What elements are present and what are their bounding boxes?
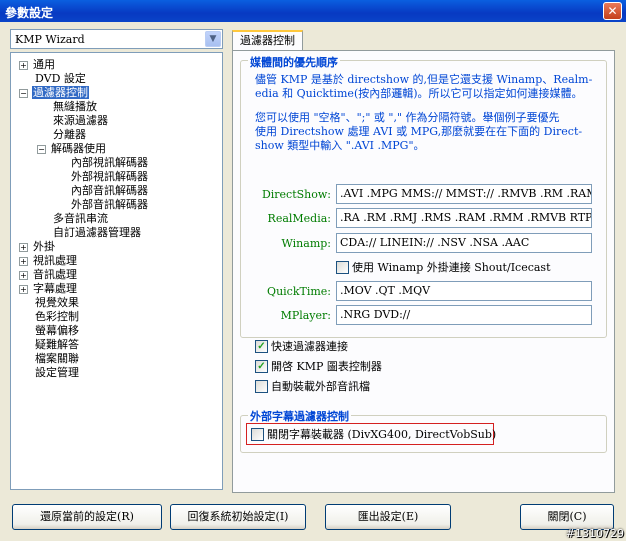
watermark-text: #1310729 [565,527,624,540]
tree-item[interactable]: 視覺效果 [34,296,80,310]
disable-subtitle-loader-checkbox[interactable] [251,427,264,441]
expand-icon[interactable]: + [19,256,28,266]
winamp-shout-checkbox[interactable] [336,260,349,274]
expand-icon[interactable]: + [19,242,28,252]
tree-item-label: 無縫播放 [53,100,97,113]
tree-item-label: 視覺效果 [35,296,79,309]
tree-item[interactable]: + 字幕處理 [19,282,78,296]
expand-icon[interactable]: + [19,284,28,294]
tree-item-label: 螢幕偏移 [35,324,79,337]
close-window-button[interactable]: ✕ [603,2,622,20]
media-desc-line5: show 類型中輸入 ".AVI .MPG"。 [255,139,425,152]
graph-controller-option[interactable]: ✓ 開啓 KMP 圖表控制器 [255,358,382,374]
fast-filter-option[interactable]: ✓ 快速過濾器連接 [255,338,348,354]
collapse-icon[interactable]: − [37,144,46,154]
tree-item[interactable]: 無縫播放 [52,100,98,114]
disable-subtitle-loader-label: 關閉字幕裝載器 (DivXG400, DirectVobSub) [267,428,497,441]
window-title: 參數設定 [5,6,54,20]
preset-value: KMP Wizard [15,33,85,46]
expand-icon[interactable]: + [19,60,28,70]
tree-item[interactable]: − 過濾器控制 [19,86,89,100]
export-settings-button[interactable]: 匯出設定(E) [325,504,451,530]
tree-item-label: 來源過濾器 [53,114,108,127]
tree-item[interactable]: 分離器 [52,128,87,142]
realmedia-label: RealMedia: [267,212,331,225]
graph-controller-label: 開啓 KMP 圖表控制器 [271,360,382,373]
tree-item[interactable]: 檔案關聯 [34,352,80,366]
tree-item-label: 色彩控制 [35,310,79,323]
media-desc-line4: 使用 Directshow 處理 AVI 或 MPG,那麼就要在在下面的 Dir… [255,125,583,138]
tree-item[interactable]: 自訂過濾器管理器 [52,226,142,240]
tree-item-label: 內部視訊解碼器 [71,156,148,169]
directshow-label: DirectShow: [261,188,331,201]
winamp-label: Winamp: [281,237,331,250]
restore-settings-button[interactable]: 還原當前的設定(R) [12,504,162,530]
auto-audio-option[interactable]: 自動裝載外部音訊檔 [255,378,370,394]
tree-item[interactable]: 設定管理 [34,366,80,380]
tree-item-label: 自訂過濾器管理器 [53,226,141,239]
tree-item[interactable]: 螢幕偏移 [34,324,80,338]
tree-item-label: 多音訊串流 [53,212,108,225]
tree-item[interactable]: 外部視訊解碼器 [70,170,149,184]
settings-window: 參數設定 ✕ KMP Wizard ▼ + 通用 DVD 設定 − 過濾器控制 無縫播放來… [0,0,626,541]
directshow-input[interactable]: .AVI .MPG MMS:// MMST:// .RMVB .RM .RAM … [336,184,592,204]
tree-item[interactable]: + 音訊處理 [19,268,78,282]
mplayer-label: MPlayer: [280,309,331,322]
preset-select[interactable]: KMP Wizard ▼ [10,29,223,49]
tree-item-label: 外掛 [33,240,55,253]
tree-item[interactable]: 多音訊串流 [52,212,109,226]
tree-item-label: 通用 [33,58,55,71]
reset-defaults-button[interactable]: 回復系統初始設定(I) [170,504,306,530]
tab-filter-control[interactable]: 過濾器控制 [232,30,303,51]
media-desc-line2: edia 和 Quicktime(按內部邏輯)。所以它可以指定如何連接媒體。 [255,87,583,100]
tree-item[interactable]: + 通用 [19,58,56,72]
tree-item[interactable]: − 解碼器使用 [37,142,107,156]
tree-item-label: 解碼器使用 [51,142,106,155]
auto-audio-label: 自動裝載外部音訊檔 [271,380,370,393]
tree-item[interactable]: + 外掛 [19,240,56,254]
tree-item[interactable]: 內部音訊解碼器 [70,184,149,198]
tree-item[interactable]: 色彩控制 [34,310,80,324]
media-desc-line1: 儘管 KMP 是基於 directshow 的,但是它還支援 Winamp、Re… [255,73,593,86]
tree-item[interactable]: 外部音訊解碼器 [70,198,149,212]
fast-filter-checkbox[interactable]: ✓ [255,339,268,353]
expand-icon[interactable]: + [19,270,28,280]
chevron-down-icon[interactable]: ▼ [205,31,221,47]
tree-item-label: 過濾器控制 [32,86,89,99]
disable-subtitle-loader-option[interactable]: 關閉字幕裝載器 (DivXG400, DirectVobSub) [251,426,496,442]
title-bar[interactable]: 參數設定 ✕ [0,0,626,22]
graph-controller-checkbox[interactable]: ✓ [255,359,268,373]
winamp-shout-label: 使用 Winamp 外掛連接 Shout/Icecast [352,261,551,274]
tree-item-label: 外部音訊解碼器 [71,198,148,211]
tree-item-label: 內部音訊解碼器 [71,184,148,197]
settings-tree[interactable]: + 通用 DVD 設定 − 過濾器控制 無縫播放 來源過濾器 分離器 − 解碼器使用 內部視訊解碼器… [10,52,223,490]
tree-item[interactable]: 來源過濾器 [52,114,109,128]
media-desc-line3: 您可以使用 "空格"、";" 或 "," 作為分隔符號。舉個例子要優先 [255,111,560,124]
fast-filter-label: 快速過濾器連接 [271,340,348,353]
tree-item-label: 分離器 [53,128,86,141]
tree-item-label: 字幕處理 [33,282,77,295]
tree-item-label: 疑難解答 [35,338,79,351]
tree-item[interactable]: 疑難解答 [34,338,80,352]
tree-item-label: 設定管理 [35,366,79,379]
tree-item[interactable]: + 視訊處理 [19,254,78,268]
tree-item-label: DVD 設定 [35,72,86,85]
media-priority-title: 媒體間的優先順序 [248,54,340,70]
tree-item-label: 音訊處理 [33,268,77,281]
tree-item-label: 檔案關聯 [35,352,79,365]
collapse-icon[interactable]: − [19,88,28,98]
quicktime-label: QuickTime: [267,285,331,298]
tree-item-label: 外部視訊解碼器 [71,170,148,183]
auto-audio-checkbox[interactable] [255,379,268,393]
winamp-shout-option[interactable]: 使用 Winamp 外掛連接 Shout/Icecast [336,259,551,275]
tree-item[interactable]: 內部視訊解碼器 [70,156,149,170]
realmedia-input[interactable]: .RA .RM .RMJ .RMS .RAM .RMM .RMVB RTP://… [336,208,592,228]
mplayer-input[interactable]: .NRG DVD:// [336,305,592,325]
tree-item-label: 視訊處理 [33,254,77,267]
tree-item[interactable]: DVD 設定 [34,72,87,86]
filter-control-panel: 媒體間的優先順序 儘管 KMP 是基於 directshow 的,但是它還支援 … [232,50,615,493]
quicktime-input[interactable]: .MOV .QT .MQV [336,281,592,301]
winamp-input[interactable]: CDA:// LINEIN:// .NSV .NSA .AAC [336,233,592,253]
subtitle-filter-title: 外部字幕過濾器控制 [248,408,351,424]
